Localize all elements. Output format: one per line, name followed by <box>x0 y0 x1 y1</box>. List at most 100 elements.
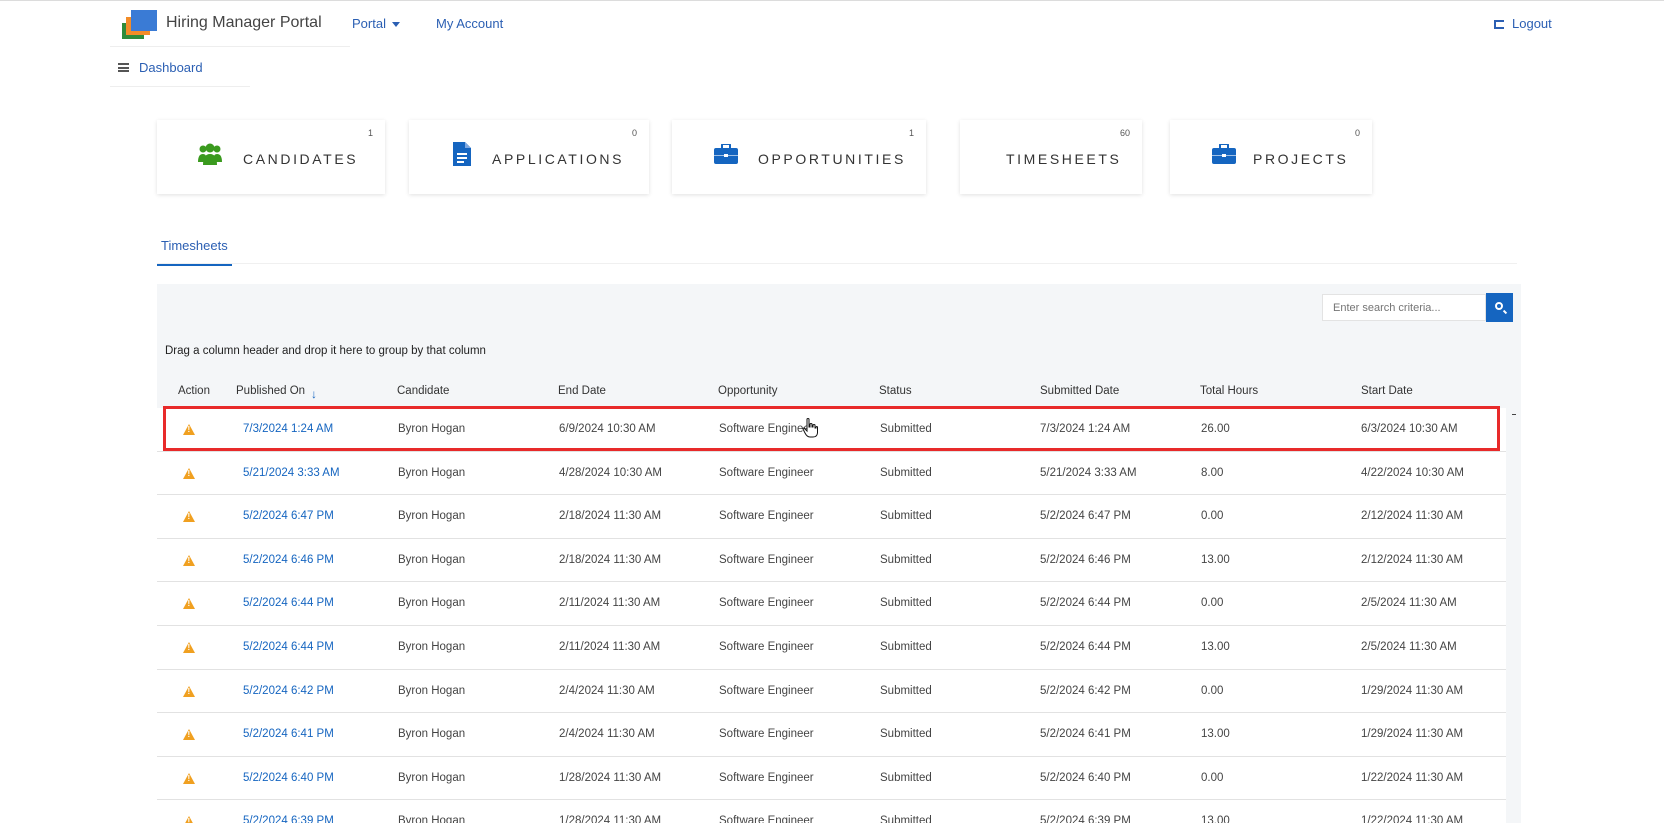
cell-published-on[interactable]: 5/2/2024 6:46 PM <box>243 554 334 566</box>
cell-candidate: Byron Hogan <box>398 466 466 479</box>
cell-end-date: 2/4/2024 11:30 AM <box>559 728 655 741</box>
cell-published-on[interactable]: 5/2/2024 6:41 PM <box>243 728 334 740</box>
cell-published-on[interactable]: 5/2/2024 6:44 PM <box>243 597 334 609</box>
column-header-start-date[interactable]: Start Date <box>1361 385 1413 397</box>
column-header-action[interactable]: Action <box>178 385 210 397</box>
divider <box>110 46 350 47</box>
cell-status: Submitted <box>880 728 932 741</box>
cell-published-on[interactable]: 5/2/2024 6:42 PM <box>243 685 334 697</box>
cell-submitted-date: 5/2/2024 6:44 PM <box>1040 597 1131 610</box>
tab-bar: Timesheets <box>157 230 232 266</box>
cell-opportunity: Software Engineer <box>719 684 814 697</box>
cell-status: Submitted <box>880 684 932 697</box>
tile-count: 0 <box>1354 128 1360 138</box>
warning-icon[interactable] <box>183 554 195 566</box>
warning-icon[interactable] <box>183 598 195 610</box>
portal-menu[interactable]: Portal <box>352 16 400 31</box>
table-row[interactable]: 5/2/2024 6:42 PM Byron Hogan 2/4/2024 11:3… <box>157 669 1506 714</box>
cell-total-hours: 0.00 <box>1201 597 1224 610</box>
warning-icon[interactable] <box>183 685 195 697</box>
document-icon <box>453 142 471 166</box>
column-header-candidate[interactable]: Candidate <box>397 385 449 397</box>
cell-published-on[interactable]: 5/2/2024 6:40 PM <box>243 772 334 784</box>
tile-projects[interactable]: PROJECTS 0 <box>1170 120 1372 194</box>
warning-icon[interactable] <box>183 816 195 823</box>
cell-published-on[interactable]: 7/3/2024 1:24 AM <box>243 423 333 435</box>
column-header-submitted-date[interactable]: Submitted Date <box>1040 385 1119 397</box>
cell-opportunity: Software Engineer <box>719 466 814 479</box>
cell-opportunity: Software Engineer <box>719 728 814 741</box>
cell-total-hours: 13.00 <box>1201 640 1230 653</box>
brand-title[interactable]: Hiring Manager Portal <box>166 14 322 32</box>
table-row[interactable]: 5/21/2024 3:33 AM Byron Hogan 4/28/2024 10… <box>157 451 1506 496</box>
table-row[interactable]: 5/2/2024 6:39 PM Byron Hogan 1/28/2024 11:… <box>157 800 1506 823</box>
cell-opportunity: Software Engineer <box>719 815 814 823</box>
divider <box>157 263 1517 264</box>
cell-start-date: 1/29/2024 11:30 AM <box>1361 728 1464 741</box>
my-account-link[interactable]: My Account <box>436 16 503 31</box>
tab-timesheets[interactable]: Timesheets <box>157 230 232 266</box>
cell-status: Submitted <box>880 597 932 610</box>
table-row[interactable]: 5/2/2024 6:44 PM Byron Hogan 2/11/2024 11:… <box>157 582 1506 626</box>
cell-published-on[interactable]: 5/21/2024 3:33 AM <box>243 467 340 479</box>
cell-total-hours: 0.00 <box>1201 510 1224 523</box>
column-header-published-on[interactable]: Published On <box>236 385 305 397</box>
scrollbar[interactable] <box>1512 414 1516 415</box>
divider <box>110 86 250 87</box>
column-header-status[interactable]: Status <box>879 385 912 397</box>
cell-candidate: Byron Hogan <box>398 684 466 697</box>
table-row[interactable]: 5/2/2024 6:41 PM Byron Hogan 2/4/2024 11:3… <box>157 713 1506 757</box>
cell-opportunity: Software Engineer <box>719 553 814 566</box>
cell-candidate: Byron Hogan <box>398 815 466 823</box>
search-input[interactable] <box>1322 294 1486 321</box>
cell-status: Submitted <box>880 815 932 823</box>
tile-count: 60 <box>1119 128 1130 138</box>
warning-icon[interactable] <box>183 641 195 653</box>
search-button[interactable] <box>1486 293 1513 322</box>
warning-icon[interactable] <box>183 424 195 435</box>
cell-candidate: Byron Hogan <box>398 510 466 523</box>
table-row[interactable]: 5/2/2024 6:47 PM Byron Hogan 2/18/2024 11:… <box>157 495 1506 539</box>
cell-published-on[interactable]: 5/2/2024 6:39 PM <box>243 815 334 823</box>
column-header-opportunity[interactable]: Opportunity <box>718 385 777 397</box>
group-by-drop-zone[interactable]: Drag a column header and drop it here to… <box>165 345 486 357</box>
dashboard-link[interactable]: Dashboard <box>118 60 203 75</box>
cell-candidate: Byron Hogan <box>398 771 466 784</box>
cell-submitted-date: 5/2/2024 6:40 PM <box>1040 771 1131 784</box>
cell-submitted-date: 5/21/2024 3:33 AM <box>1040 466 1137 479</box>
tile-candidates[interactable]: CANDIDATES 1 <box>157 120 385 194</box>
warning-icon[interactable] <box>183 467 195 479</box>
table-row[interactable]: 5/2/2024 6:40 PM Byron Hogan 1/28/2024 11:… <box>157 756 1506 801</box>
table-row[interactable]: 5/2/2024 6:46 PM Byron Hogan 2/18/2024 11:… <box>157 538 1506 583</box>
sort-descending-icon[interactable]: ↓ <box>311 387 317 401</box>
cell-total-hours: 13.00 <box>1201 815 1230 823</box>
tile-applications[interactable]: APPLICATIONS 0 <box>409 120 649 194</box>
cell-published-on[interactable]: 5/2/2024 6:47 PM <box>243 510 334 522</box>
cell-start-date: 1/22/2024 11:30 AM <box>1361 771 1464 784</box>
tile-timesheets[interactable]: TIMESHEETS 60 <box>960 120 1142 194</box>
hamburger-menu-icon <box>118 63 129 72</box>
warning-icon[interactable] <box>183 729 195 741</box>
cell-published-on[interactable]: 5/2/2024 6:44 PM <box>243 641 334 653</box>
dashboard-label: Dashboard <box>139 60 203 75</box>
warning-icon[interactable] <box>183 511 195 523</box>
cell-status: Submitted <box>880 640 932 653</box>
tile-label: CANDIDATES <box>243 151 359 167</box>
cell-total-hours: 0.00 <box>1201 684 1224 697</box>
cell-opportunity: Software Engineer <box>719 510 814 523</box>
cell-submitted-date: 5/2/2024 6:44 PM <box>1040 640 1131 653</box>
cell-status: Submitted <box>880 510 932 523</box>
cell-submitted-date: 5/2/2024 6:42 PM <box>1040 684 1131 697</box>
column-header-end-date[interactable]: End Date <box>558 385 606 397</box>
cell-end-date: 6/9/2024 10:30 AM <box>559 423 656 435</box>
logout-button[interactable]: Logout <box>1494 16 1552 31</box>
cell-total-hours: 26.00 <box>1201 423 1230 435</box>
tile-opportunities[interactable]: OPPORTUNITIES 1 <box>672 120 926 194</box>
cell-total-hours: 8.00 <box>1201 466 1224 479</box>
table-row[interactable]: 5/2/2024 6:44 PM Byron Hogan 2/11/2024 11:… <box>157 625 1506 670</box>
table-row[interactable]: 7/3/2024 1:24 AM Byron Hogan 6/9/2024 10:3… <box>157 408 1506 452</box>
column-header-total-hours[interactable]: Total Hours <box>1200 385 1258 397</box>
cell-start-date: 2/5/2024 11:30 AM <box>1361 597 1457 610</box>
warning-icon[interactable] <box>183 772 195 784</box>
tile-label: OPPORTUNITIES <box>758 151 906 167</box>
